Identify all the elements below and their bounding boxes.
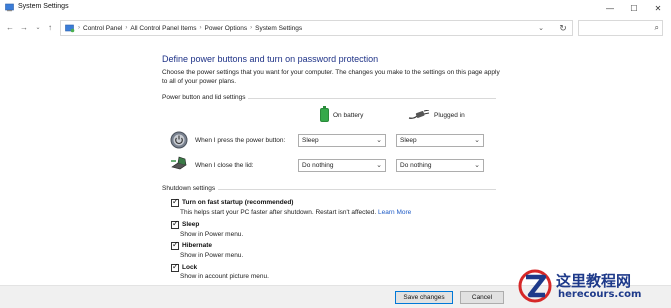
breadcrumb-separator: › [199,25,202,31]
power-button-icon [170,131,188,149]
refresh-button[interactable]: ↻ [555,20,571,36]
control-panel-icon [5,3,14,12]
address-dropdown-button[interactable]: ⌄ [534,20,548,36]
lid-battery-select[interactable]: Do nothing ⌄ [298,159,386,172]
lock-desc: Show in account picture menu. [180,273,269,280]
watermark-cn-text: 这里教程网 [556,272,632,290]
fast-startup-desc: This helps start your PC faster after sh… [180,209,411,216]
watermark: 这里教程网 herecours.com [516,268,668,306]
recent-locations-dropdown[interactable]: ⌄ [32,21,44,34]
lid-row-label: When I close the lid: [195,162,254,169]
select-value: Sleep [302,137,319,144]
fast-startup-checkbox[interactable] [171,197,179,207]
watermark-url: herecours.com [558,289,642,300]
hibernate-checkbox[interactable] [171,240,179,250]
lid-plugged-select[interactable]: Do nothing ⌄ [396,159,484,172]
breadcrumb-all-items[interactable]: All Control Panel Items [130,25,196,32]
sleep-title: Sleep [182,221,200,228]
sleep-desc: Show in Power menu. [180,231,244,238]
chevron-down-icon: ⌄ [474,137,480,144]
save-changes-button[interactable]: Save changes [395,291,453,304]
hibernate-checkbox-row[interactable]: Hibernate [171,240,212,250]
shutdown-group-label: Shutdown settings [162,185,219,192]
laptop-lid-icon [171,156,187,170]
plugged-in-label: Plugged in [434,111,465,119]
back-button[interactable]: ← [4,21,16,34]
lock-checkbox[interactable] [171,262,179,272]
breadcrumb-control-panel[interactable]: Control Panel [83,25,122,32]
select-value: Do nothing [400,162,432,169]
window-title: System Settings [18,3,69,10]
breadcrumb-separator: › [125,25,128,31]
select-value: Sleep [400,137,417,144]
breadcrumb-system-settings[interactable]: System Settings [255,25,302,32]
hibernate-desc: Show in Power menu. [180,252,244,259]
search-input[interactable]: ⌕ [578,20,663,36]
sleep-checkbox[interactable] [171,219,179,229]
breadcrumb: › Control Panel › All Control Panel Item… [65,21,302,35]
lock-title: Lock [182,264,198,271]
plug-icon [408,110,430,119]
chevron-down-icon: ⌄ [376,162,382,169]
power-button-battery-select[interactable]: Sleep ⌄ [298,134,386,147]
breadcrumb-power-options[interactable]: Power Options [205,25,248,32]
close-button[interactable]: ✕ [646,0,670,16]
cancel-button[interactable]: Cancel [460,291,504,304]
chevron-down-icon: ⌄ [376,137,382,144]
fast-startup-title: Turn on fast startup (recommended) [182,199,294,206]
forward-button[interactable]: → [18,21,30,34]
breadcrumb-separator: › [250,25,253,31]
address-bar[interactable]: › Control Panel › All Control Panel Item… [60,20,573,36]
up-button[interactable]: ↑ [44,21,56,34]
on-battery-header: On battery [320,106,364,122]
power-button-plugged-select[interactable]: Sleep ⌄ [396,134,484,147]
fast-startup-checkbox-row[interactable]: Turn on fast startup (recommended) [171,197,294,207]
navigation-bar: ← → ⌄ ↑ › Control Panel › All Control Pa… [0,18,671,38]
watermark-logo [518,269,552,303]
learn-more-link[interactable]: Learn More [378,209,411,216]
sleep-checkbox-row[interactable]: Sleep [171,219,200,229]
on-battery-label: On battery [333,111,364,119]
title-bar: System Settings — ☐ ✕ [0,0,671,16]
fast-startup-desc-text: This helps start your PC faster after sh… [180,209,377,216]
plugged-in-header: Plugged in [408,110,465,120]
chevron-down-icon: ⌄ [474,162,480,169]
select-value: Do nothing [302,162,334,169]
power-button-row-label: When I press the power button: [195,137,286,144]
power-group-label: Power button and lid settings [162,94,249,101]
page-title: Define power buttons and turn on passwor… [162,54,379,64]
maximize-button[interactable]: ☐ [622,0,646,16]
hibernate-title: Hibernate [182,242,212,249]
minimize-button[interactable]: — [598,0,622,16]
search-icon: ⌕ [654,23,659,32]
control-panel-icon [65,24,75,32]
battery-icon [320,106,329,122]
breadcrumb-separator: › [78,25,80,31]
intro-text: Choose the power settings that you want … [162,69,500,85]
lock-checkbox-row[interactable]: Lock [171,262,198,272]
